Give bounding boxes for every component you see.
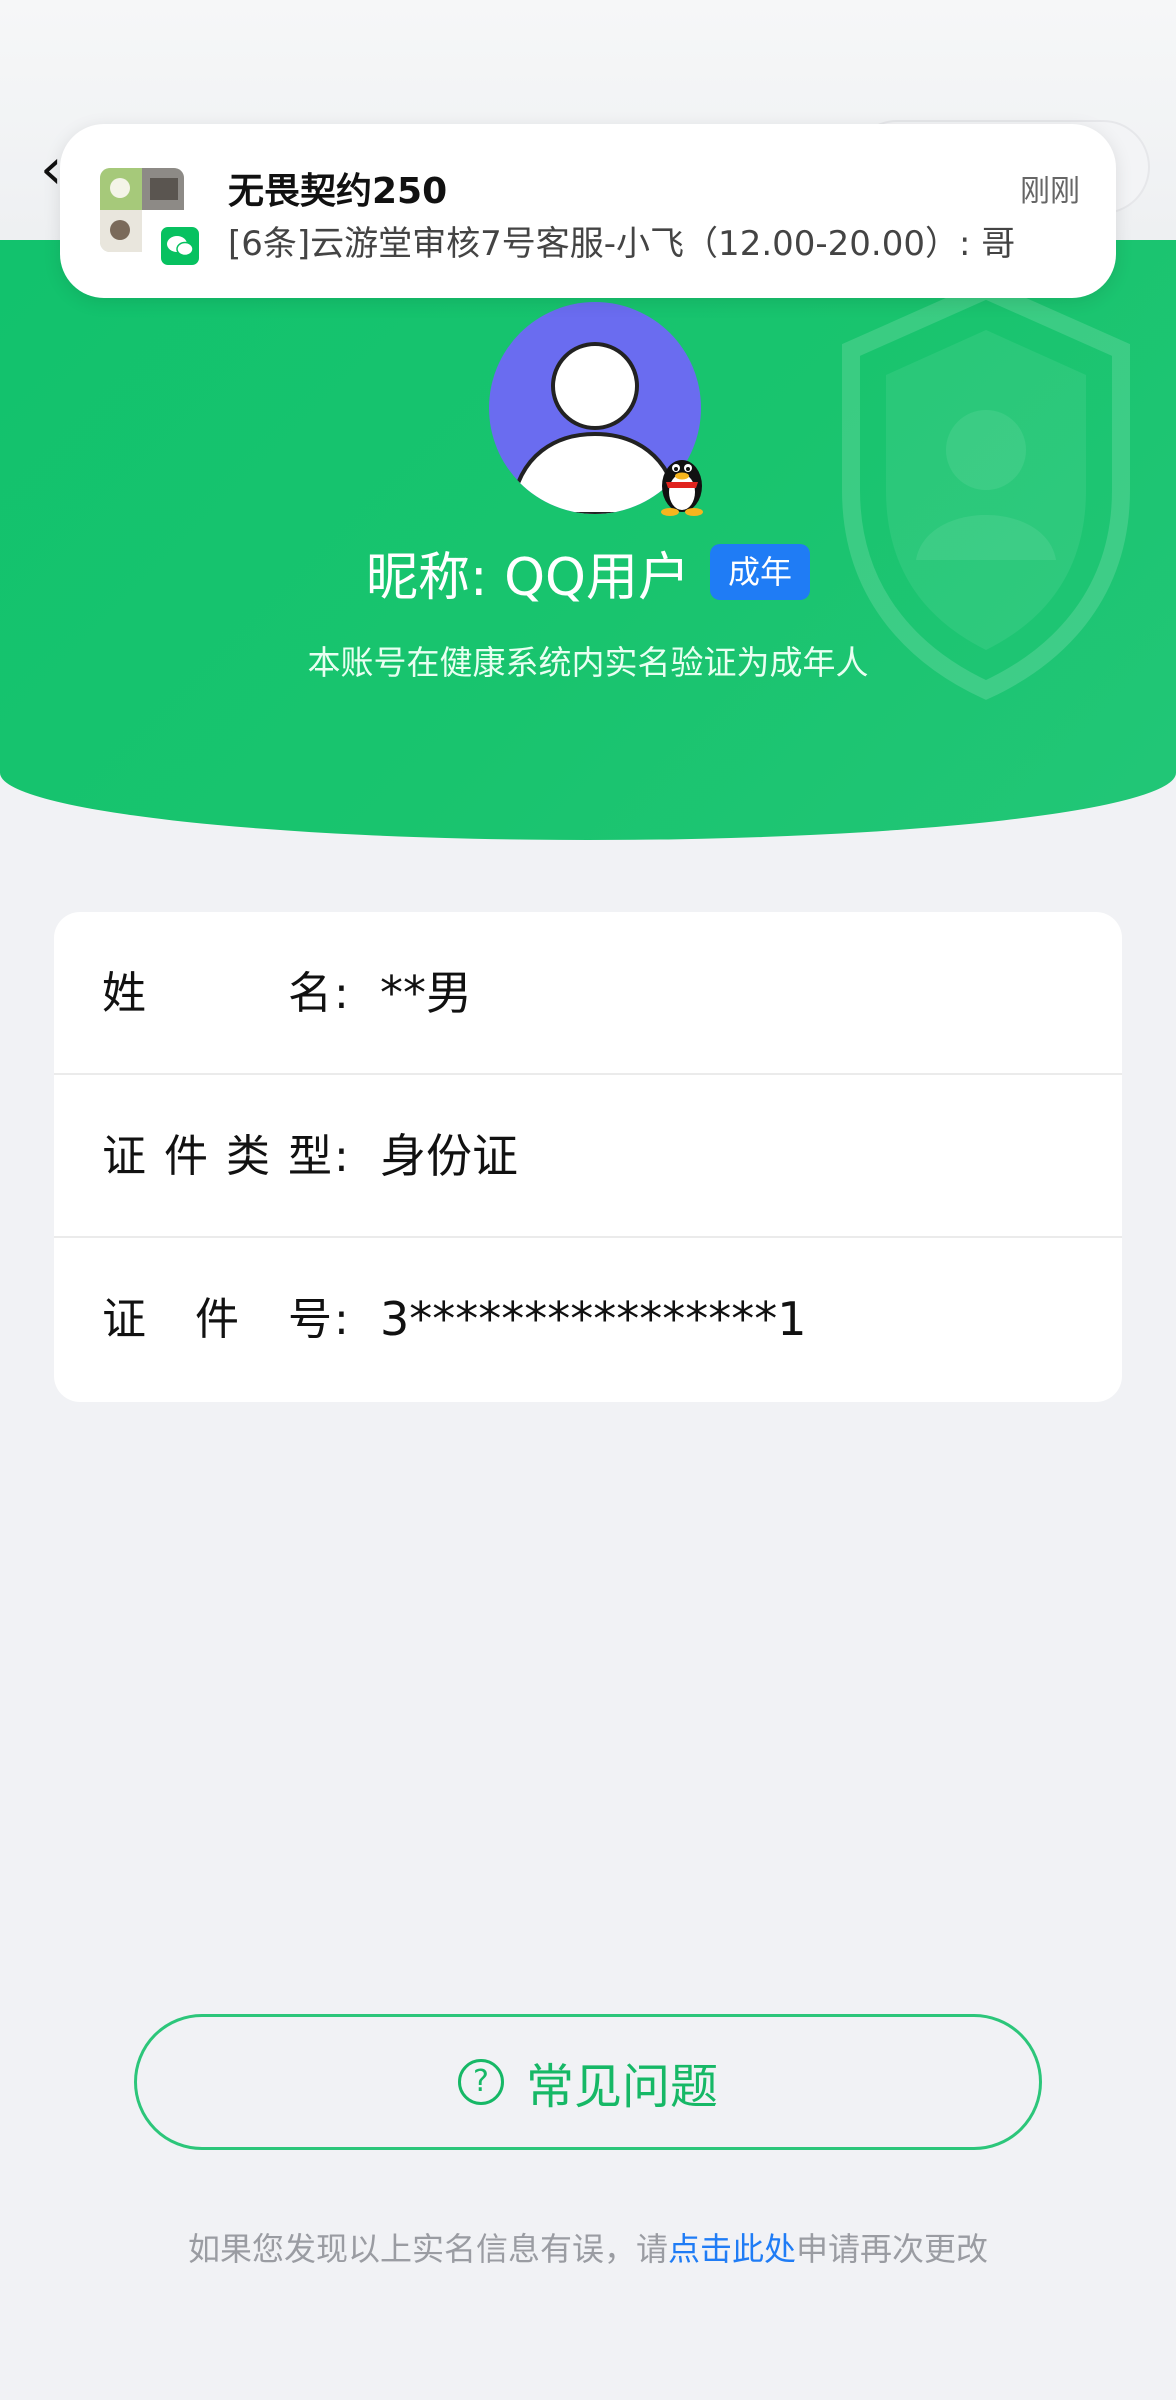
info-value: **男: [380, 966, 472, 1020]
info-colon: :: [334, 1294, 349, 1345]
qq-penguin-icon: [661, 460, 703, 516]
adult-badge: 成年: [709, 544, 810, 600]
change-request-link[interactable]: 点击此处: [668, 2230, 796, 2268]
notification-body: [6条]云游堂审核7号客服-小飞（12.00-20.00）: 哥: [228, 224, 1016, 264]
info-label: 证件类型: [102, 1131, 332, 1182]
footer-prefix: 如果您发现以上实名信息有误，请: [187, 2230, 668, 2268]
info-row-id-type: 证件类型 : 身份证: [54, 1075, 1122, 1238]
info-row-name: 姓名 : **男: [54, 912, 1122, 1075]
nickname-row: 昵称: QQ用户 成年: [0, 532, 1176, 612]
page: ‹ 昵称: QQ用户 成年 本账号在健康系统内实名验证为成年人 无畏契约250 …: [0, 0, 1176, 2400]
info-colon: :: [334, 968, 349, 1019]
faq-label: 常见问题: [525, 2059, 718, 2115]
notification-title: 无畏契约250: [228, 171, 448, 212]
nickname: 昵称: QQ用户: [366, 547, 690, 608]
footer-suffix: 申请再次更改: [796, 2230, 989, 2268]
faq-button[interactable]: ? 常见问题: [134, 2014, 1042, 2150]
notification-time: 刚刚: [1020, 174, 1080, 209]
info-colon: :: [334, 1131, 349, 1182]
footer-note: 如果您发现以上实名信息有误，请点击此处申请再次更改: [0, 2224, 1176, 2270]
info-value: 3****************1: [380, 1292, 807, 1346]
info-value: 身份证: [380, 1129, 518, 1183]
notification-banner[interactable]: 无畏契约250 刚刚 [6条]云游堂审核7号客服-小飞（12.00-20.00）…: [60, 124, 1116, 298]
question-circle-icon: ?: [457, 2059, 504, 2105]
info-label: 证件号: [102, 1294, 332, 1345]
verification-subtitle: 本账号在健康系统内实名验证为成年人: [307, 643, 869, 682]
info-label: 姓名: [102, 968, 332, 1019]
info-row-id-number: 证件号 : 3****************1: [54, 1238, 1122, 1401]
wechat-icon: [158, 224, 202, 268]
identity-info-card: 姓名 : **男 证件类型 : 身份证 证件号 : 3*************…: [54, 912, 1122, 1402]
